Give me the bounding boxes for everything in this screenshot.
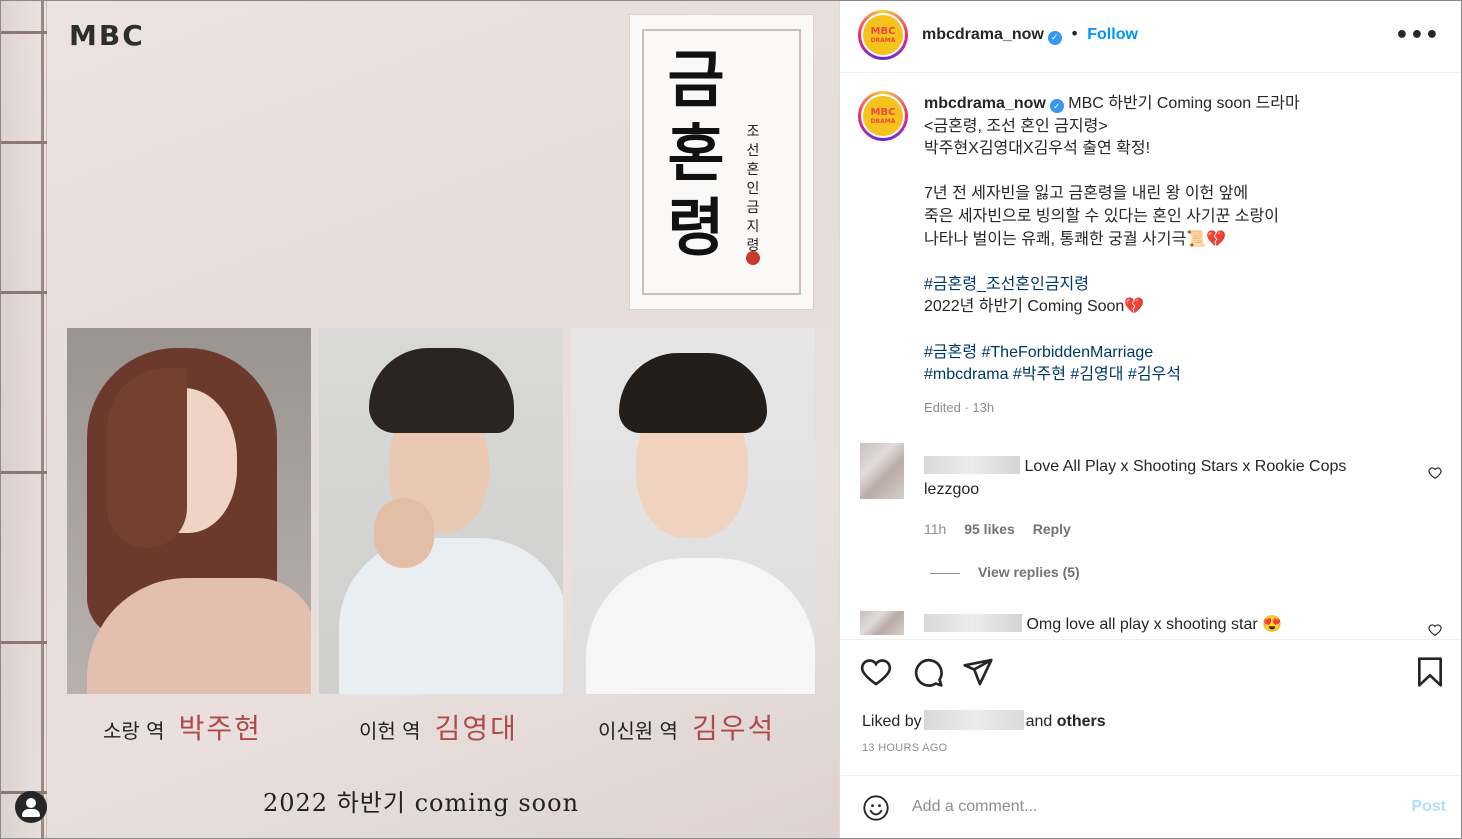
actor-photo-3 — [571, 328, 815, 694]
actor-photo-2 — [319, 328, 563, 694]
others-link[interactable]: others — [1057, 713, 1106, 730]
comment-item: Omg love all play x shooting star 😍 — [860, 611, 1450, 639]
header-username[interactable]: mbcdrama_now — [922, 26, 1044, 43]
post-comment-button[interactable]: Post — [1411, 798, 1446, 816]
hashtag-link[interactable]: #금혼령 #TheForbiddenMarriage — [924, 342, 1444, 365]
caption-username[interactable]: mbcdrama_now — [924, 95, 1046, 112]
drama-title: 금혼령 — [667, 43, 725, 264]
caption-avatar[interactable]: MBC DRAMA — [858, 91, 908, 141]
post-timestamp: 13 HOURS AGO — [862, 742, 948, 754]
more-options-icon[interactable]: ••• — [1395, 23, 1440, 48]
actor-name-3: 김우석 — [691, 712, 776, 745]
commenter-avatar[interactable] — [860, 443, 904, 499]
hashtag-link[interactable]: #금혼령_조선혼인금지령 — [924, 274, 1444, 297]
comment-like-icon[interactable] — [1428, 623, 1442, 637]
actor-name-1: 박주현 — [178, 712, 262, 745]
mbc-logo: MBC — [69, 19, 145, 52]
comment-time: 11h — [924, 521, 947, 537]
actor-name-2: 김영대 — [434, 712, 518, 745]
verified-icon: ✓ — [1049, 99, 1064, 113]
comment-item: Love All Play x Shooting Stars x Rookie … — [860, 443, 1450, 593]
post-header: MBC DRAMA mbcdrama_now ✓ • Follow ••• — [840, 1, 1461, 73]
comment-text: Omg love all play x shooting star 😍 — [1026, 616, 1283, 633]
view-replies-button[interactable]: View replies (5) — [930, 564, 1080, 580]
red-seal — [746, 251, 760, 265]
profile-avatar[interactable]: MBC DRAMA — [858, 10, 908, 60]
book-binding — [1, 1, 47, 838]
tagged-users-icon[interactable] — [15, 791, 47, 823]
comment-text: Love All Play x Shooting Stars x Rookie … — [1024, 458, 1347, 475]
post-caption: mbcdrama_now ✓ MBC 하반기 Coming soon 드라마 <금… — [924, 93, 1444, 419]
post-actions: Liked by and others 13 HOURS AGO — [840, 639, 1461, 775]
actor-photo-1 — [67, 328, 311, 694]
save-bookmark-icon[interactable] — [1414, 656, 1446, 688]
drama-subtitle: 조선혼인금지령 — [746, 124, 760, 254]
add-comment-row: Add a comment... Post — [840, 775, 1461, 838]
comment-text: lezzgoo — [924, 481, 980, 498]
comments-scroll-area[interactable]: MBC DRAMA mbcdrama_now ✓ MBC 하반기 Coming s… — [840, 73, 1461, 639]
liked-by-text: Liked by and others — [862, 710, 1106, 731]
hashtag-link[interactable]: #mbcdrama #박주현 #김영대 #김우석 — [924, 364, 1444, 387]
coming-soon-text: 2022 하반기 coming soon — [263, 789, 580, 817]
like-heart-icon[interactable] — [860, 656, 892, 688]
verified-icon: ✓ — [1047, 31, 1062, 45]
role-label-1: 소랑 역 박주현 — [103, 712, 262, 745]
follow-button[interactable]: Follow — [1087, 26, 1138, 43]
liker-username[interactable] — [923, 710, 1024, 730]
drama-title-card: 금혼령 조선혼인금지령 — [630, 15, 813, 309]
comment-likes[interactable]: 95 likes — [964, 521, 1015, 537]
post-panel: MBC DRAMA mbcdrama_now ✓ • Follow ••• MBC D… — [839, 1, 1461, 838]
emoji-icon[interactable] — [862, 794, 890, 822]
role-label-2: 이헌 역 김영대 — [359, 712, 518, 745]
instagram-post-window: MBC 금혼령 조선혼인금지령 소랑 역 박주현 이헌 역 김영대 이신원 역 … — [0, 0, 1462, 839]
reply-button[interactable]: Reply — [1033, 521, 1071, 537]
post-image[interactable]: MBC 금혼령 조선혼인금지령 소랑 역 박주현 이헌 역 김영대 이신원 역 … — [1, 1, 839, 838]
commenter-username[interactable] — [924, 614, 1022, 632]
role-label-3: 이신원 역 김우석 — [598, 712, 776, 745]
commenter-avatar[interactable] — [860, 611, 904, 635]
edited-timestamp: Edited · 13h — [924, 399, 995, 415]
add-comment-input[interactable]: Add a comment... — [912, 798, 1037, 816]
share-icon[interactable] — [962, 656, 994, 688]
commenter-username[interactable] — [924, 456, 1020, 474]
comment-like-icon[interactable] — [1428, 466, 1442, 480]
comment-icon[interactable] — [912, 656, 944, 688]
